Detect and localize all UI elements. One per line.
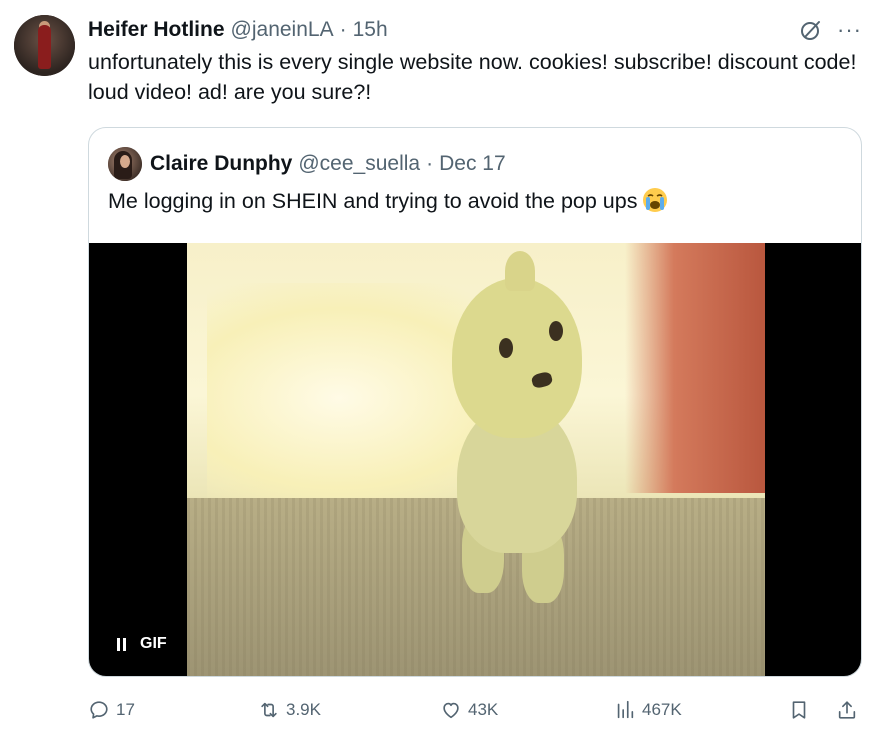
gif-badge[interactable]: GIF: [107, 628, 177, 660]
quote-author-handle[interactable]: @cee_suella: [298, 152, 420, 176]
separator: ·: [339, 18, 347, 41]
heart-icon: [443, 702, 459, 719]
tweet-text: unfortunately this is every single websi…: [88, 50, 857, 104]
reply-icon: [90, 701, 108, 719]
bookmark-button[interactable]: [788, 693, 810, 727]
author-handle[interactable]: @janeinLA: [231, 18, 334, 42]
quote-author-avatar[interactable]: [108, 147, 142, 181]
reply-count: 17: [116, 700, 135, 719]
quoted-tweet[interactable]: Claire Dunphy @cee_suella · Dec 17 Me lo…: [88, 127, 862, 677]
author-avatar[interactable]: [14, 15, 75, 76]
tweet-time[interactable]: 15h: [353, 18, 388, 42]
action-bar: 17 3.9K 43K 467K: [88, 693, 862, 727]
repost-button[interactable]: 3.9K: [258, 693, 321, 727]
quote-text: Me logging in on SHEIN and trying to avo…: [108, 189, 638, 213]
reply-button[interactable]: 17: [88, 693, 135, 727]
share-icon: [838, 701, 856, 719]
share-button[interactable]: [836, 693, 858, 727]
gif-media[interactable]: GIF: [89, 243, 861, 676]
views-button[interactable]: 467K: [614, 693, 682, 727]
repost-icon: [261, 702, 277, 718]
pause-icon[interactable]: [117, 637, 126, 651]
tweet-header: Heifer Hotline @janeinLA · 15h ···: [88, 15, 862, 45]
repost-count: 3.9K: [286, 700, 321, 719]
quote-header: Claire Dunphy @cee_suella · Dec 17: [108, 147, 506, 181]
views-count: 467K: [642, 700, 682, 719]
author-name[interactable]: Heifer Hotline: [88, 18, 225, 42]
more-icon[interactable]: ···: [837, 19, 862, 41]
bookmark-icon: [792, 701, 806, 719]
quote-separator: ·: [426, 152, 434, 175]
quote-text-line: Me logging in on SHEIN and trying to avo…: [108, 186, 669, 216]
like-button[interactable]: 43K: [440, 693, 498, 727]
grok-icon[interactable]: [799, 18, 823, 42]
loudly-crying-face-icon: [643, 188, 668, 212]
gif-frame[interactable]: [187, 243, 765, 676]
tweet: Heifer Hotline @janeinLA · 15h ··· unfor…: [0, 0, 876, 736]
quote-author-name[interactable]: Claire Dunphy: [150, 152, 292, 176]
views-icon: [617, 700, 634, 719]
like-count: 43K: [468, 700, 499, 719]
gif-label: GIF: [140, 635, 167, 652]
quote-date[interactable]: Dec 17: [439, 152, 506, 176]
header-actions: ···: [799, 15, 862, 45]
